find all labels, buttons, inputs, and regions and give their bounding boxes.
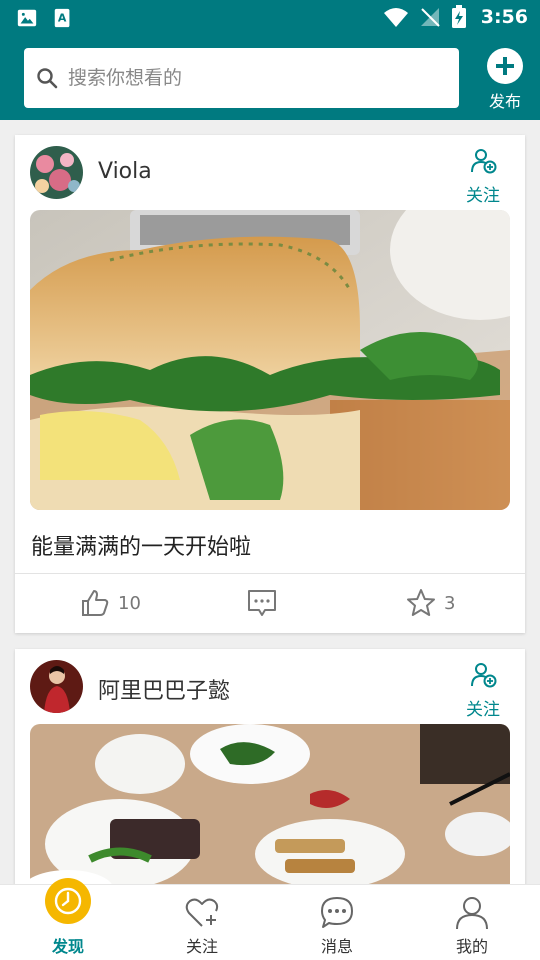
nav-follow[interactable]: 关注 [162, 885, 242, 960]
search-bar[interactable] [24, 48, 459, 108]
nav-messages[interactable]: 消息 [297, 885, 377, 960]
like-button[interactable]: 10 [80, 588, 141, 618]
user-icon [456, 897, 488, 930]
avatar[interactable] [30, 660, 83, 713]
follow-label: 关注 [466, 700, 500, 720]
post-image[interactable] [30, 210, 510, 510]
heart-plus-icon [185, 898, 219, 927]
comment-button[interactable] [247, 588, 277, 618]
username[interactable]: 阿里巴巴子懿 [98, 673, 230, 705]
gallery-icon [17, 9, 37, 27]
post-card[interactable]: 阿里巴巴子懿 关注 [15, 649, 525, 909]
star-count: 3 [444, 592, 456, 614]
discover-icon[interactable] [45, 878, 91, 924]
nav-me-label: 我的 [455, 937, 488, 956]
search-input[interactable] [68, 60, 448, 96]
wifi-icon [383, 8, 408, 27]
plus-icon [487, 48, 523, 84]
username[interactable]: Viola [98, 159, 152, 184]
add-user-icon [471, 149, 497, 174]
thumbs-up-icon [82, 590, 109, 616]
comment-icon [248, 590, 276, 616]
nav-follow-label: 关注 [185, 937, 218, 956]
font-app-icon: A [54, 8, 70, 28]
publish-label: 发布 [488, 92, 521, 111]
battery-charging-icon [451, 5, 466, 28]
avatar[interactable] [30, 146, 83, 199]
post-card[interactable]: Viola 关注 能量满满的一天开始啦 10 3 [15, 135, 525, 633]
star-icon [407, 589, 435, 616]
publish-button[interactable]: 发布 [484, 48, 526, 112]
post-actions: 10 3 [15, 574, 525, 633]
status-bar: A 3:56 [0, 0, 540, 36]
follow-button[interactable]: 关注 [461, 661, 505, 720]
no-signal-icon [420, 8, 440, 27]
follow-button[interactable]: 关注 [461, 147, 505, 206]
add-user-icon [471, 663, 497, 688]
nav-discover-label: 发现 [51, 937, 84, 956]
search-icon [37, 68, 58, 89]
top-header: 发布 [0, 36, 540, 120]
star-button[interactable]: 3 [406, 588, 455, 618]
chat-bubble-icon [321, 897, 353, 928]
post-caption: 能量满满的一天开始啦 [31, 535, 252, 560]
nav-messages-label: 消息 [320, 937, 353, 956]
like-count: 10 [118, 592, 141, 614]
clock: 3:56 [480, 6, 528, 28]
nav-me[interactable]: 我的 [432, 885, 512, 960]
svg-text:A: A [58, 12, 67, 25]
follow-label: 关注 [466, 186, 500, 206]
